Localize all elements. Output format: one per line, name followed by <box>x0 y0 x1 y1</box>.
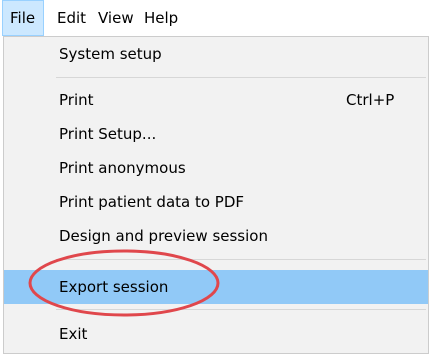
menu-item-label: System setup <box>59 45 162 63</box>
menu-item-system-setup[interactable]: System setup <box>4 37 428 71</box>
menu-separator <box>56 309 426 310</box>
menu-item-label: Print patient data to PDF <box>59 193 245 211</box>
menu-separator <box>56 77 426 78</box>
menu-item-label: Print anonymous <box>59 159 186 177</box>
menu-edit[interactable]: Edit <box>50 0 93 36</box>
menu-help[interactable]: Help <box>137 0 185 36</box>
menu-item-label: Exit <box>59 325 88 343</box>
menu-separator <box>56 259 426 260</box>
menu-item-print[interactable]: Print Ctrl+P <box>4 83 428 117</box>
menu-item-design-preview-session[interactable]: Design and preview session <box>4 219 428 253</box>
menu-item-label: Print Setup... <box>59 125 157 143</box>
menu-item-export-session[interactable]: Export session <box>4 270 428 304</box>
menu-item-print-patient-pdf[interactable]: Print patient data to PDF <box>4 185 428 219</box>
menu-file[interactable]: File <box>2 0 44 36</box>
file-dropdown-menu: System setup Print Ctrl+P Print Setup...… <box>3 36 429 354</box>
menu-item-exit[interactable]: Exit <box>4 317 428 351</box>
menu-item-shortcut: Ctrl+P <box>346 91 395 109</box>
menu-item-label: Print <box>59 91 94 109</box>
menu-item-print-anonymous[interactable]: Print anonymous <box>4 151 428 185</box>
menu-item-print-setup[interactable]: Print Setup... <box>4 117 428 151</box>
menu-view[interactable]: View <box>91 0 141 36</box>
menu-item-label: Design and preview session <box>59 227 268 245</box>
menu-bar: File Edit View Help <box>0 0 431 36</box>
menu-item-label: Export session <box>59 278 169 296</box>
